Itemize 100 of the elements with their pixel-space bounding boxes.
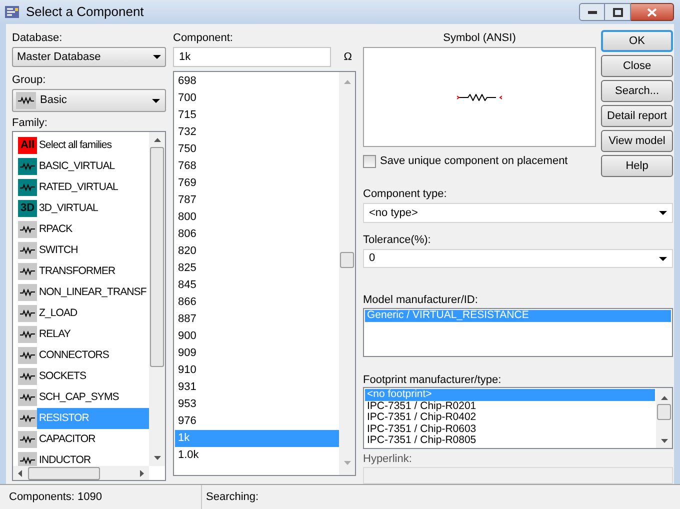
window-title: Select a Component <box>26 3 144 22</box>
family-item[interactable]: TRANSFORMER <box>37 261 149 282</box>
component-item[interactable]: 698 <box>175 73 339 90</box>
family-item[interactable]: CAPACITOR <box>37 429 149 450</box>
list-item[interactable]: IPC-7351 / Chip-R0805 <box>365 435 655 447</box>
component-item[interactable]: 769 <box>175 175 339 192</box>
close-icon <box>647 8 657 16</box>
family-item[interactable]: SOCKETS <box>37 366 149 387</box>
checkbox[interactable] <box>363 154 376 168</box>
dropdown-arrow-icon <box>153 55 161 59</box>
search-status: Searching: <box>205 490 259 505</box>
family-item[interactable]: SCH_CAP_SYMS <box>37 387 149 408</box>
family-badge: All <box>18 137 37 154</box>
minimize-button[interactable] <box>579 3 605 21</box>
scroll-up-icon <box>660 396 668 400</box>
checkbox-label: Save unique component on placement <box>380 154 568 169</box>
symbol-label: Symbol (ANSI) <box>442 31 517 45</box>
list-item[interactable]: IPC-7351 / Chip-R0603 <box>365 424 655 436</box>
horizontal-scrollbar[interactable] <box>13 466 149 480</box>
scroll-thumb[interactable] <box>28 466 100 480</box>
database-label: Database: <box>12 31 64 45</box>
component-item[interactable]: 931 <box>175 379 339 396</box>
dialog-button[interactable]: Search... <box>601 80 673 102</box>
dropdown-arrow-icon <box>152 98 160 102</box>
tolerance-dropdown[interactable]: 0 <box>363 248 673 268</box>
resistor-icon <box>16 92 36 109</box>
component-item[interactable]: 800 <box>175 209 339 226</box>
component-item[interactable]: 825 <box>175 260 339 277</box>
family-badge: 3D <box>18 200 37 217</box>
model-label: Model manufacturer/ID: <box>363 293 479 308</box>
component-item[interactable]: 1.0k <box>175 447 339 464</box>
family-item[interactable]: SWITCH <box>37 240 149 261</box>
component-item[interactable]: 887 <box>175 311 339 328</box>
tolerance-label: Tolerance(%): <box>363 232 432 247</box>
component-item[interactable]: 806 <box>175 226 339 243</box>
dialog-button[interactable]: View model <box>601 130 673 152</box>
hyperlink-field[interactable] <box>363 467 673 484</box>
scroll-right-icon <box>140 470 144 476</box>
component-item[interactable]: 787 <box>175 192 339 209</box>
list-item[interactable]: IPC-7351 / Chip-R0402 <box>365 412 655 424</box>
unit-label: Ω <box>344 50 352 65</box>
scroll-up-icon <box>154 138 160 142</box>
dropdown-arrow-icon <box>659 256 667 261</box>
database-dropdown[interactable]: Master Database <box>12 47 166 67</box>
hyperlink-label: Hyperlink: <box>363 452 413 466</box>
maximize-icon <box>612 8 622 16</box>
scroll-down-icon <box>660 439 668 444</box>
scrollbar[interactable] <box>149 132 165 466</box>
component-label: Component: <box>173 31 234 45</box>
component-item[interactable]: 976 <box>175 413 339 430</box>
resistor-symbol-drawing <box>457 94 502 100</box>
family-item[interactable]: Z_LOAD <box>37 303 149 324</box>
footprint-label: Footprint manufacturer/type: <box>363 373 502 388</box>
minimize-icon <box>588 10 596 14</box>
scrollbar[interactable] <box>656 388 672 448</box>
app-icon <box>4 4 20 20</box>
component-item[interactable]: 750 <box>175 141 339 158</box>
component-item[interactable]: 900 <box>175 328 339 345</box>
scroll-up-icon <box>344 80 350 84</box>
scroll-down-icon <box>154 456 160 460</box>
close-button[interactable] <box>631 3 674 21</box>
component-item[interactable]: 953 <box>175 396 339 413</box>
family-item[interactable]: NON_LINEAR_TRANSF <box>37 282 149 303</box>
component-item[interactable]: 910 <box>175 362 339 379</box>
family-item[interactable]: CONNECTORS <box>37 345 149 366</box>
family-item[interactable]: BASIC_VIRTUAL <box>37 156 149 177</box>
component-count: Components: 1090 <box>0 484 202 509</box>
component-field[interactable]: 1k <box>173 47 331 67</box>
component-item[interactable]: 909 <box>175 345 339 362</box>
scroll-thumb[interactable] <box>340 252 354 268</box>
component-type-dropdown[interactable]: <no type> <box>363 203 673 223</box>
component-item[interactable]: 732 <box>175 124 339 141</box>
component-item[interactable]: 845 <box>175 277 339 294</box>
scroll-thumb[interactable] <box>657 404 671 420</box>
family-item[interactable]: 3D_VIRTUAL <box>37 198 149 219</box>
scroll-down-icon <box>344 461 350 465</box>
component-item[interactable]: 768 <box>175 158 339 175</box>
group-dropdown[interactable]: Basic <box>12 89 166 112</box>
family-item[interactable]: INDUCTOR <box>37 450 149 466</box>
dialog-button[interactable]: Detail report <box>601 105 673 127</box>
list-item[interactable]: IPC-7351 / Chip-R0201 <box>365 400 655 412</box>
dialog-button[interactable]: OK <box>601 30 673 52</box>
component-type-label: Component type: <box>363 187 448 201</box>
dialog-button[interactable]: Help <box>601 155 673 177</box>
family-item[interactable]: RPACK <box>37 219 149 240</box>
maximize-button[interactable] <box>605 3 631 21</box>
group-label: Group: <box>12 73 47 87</box>
component-item[interactable]: 700 <box>175 90 339 107</box>
scroll-left-icon <box>18 470 22 476</box>
family-label: Family: <box>12 116 48 130</box>
scroll-thumb[interactable] <box>150 147 164 367</box>
component-item[interactable]: 866 <box>175 294 339 311</box>
component-item[interactable]: 820 <box>175 243 339 260</box>
dialog-button[interactable]: Close <box>601 55 673 77</box>
dropdown-arrow-icon <box>659 210 667 215</box>
family-item[interactable]: RELAY <box>37 324 149 345</box>
component-item[interactable]: 715 <box>175 107 339 124</box>
scrollbar[interactable] <box>339 72 355 475</box>
family-item[interactable]: RATED_VIRTUAL <box>37 177 149 198</box>
family-item[interactable]: Select all families <box>37 135 149 156</box>
